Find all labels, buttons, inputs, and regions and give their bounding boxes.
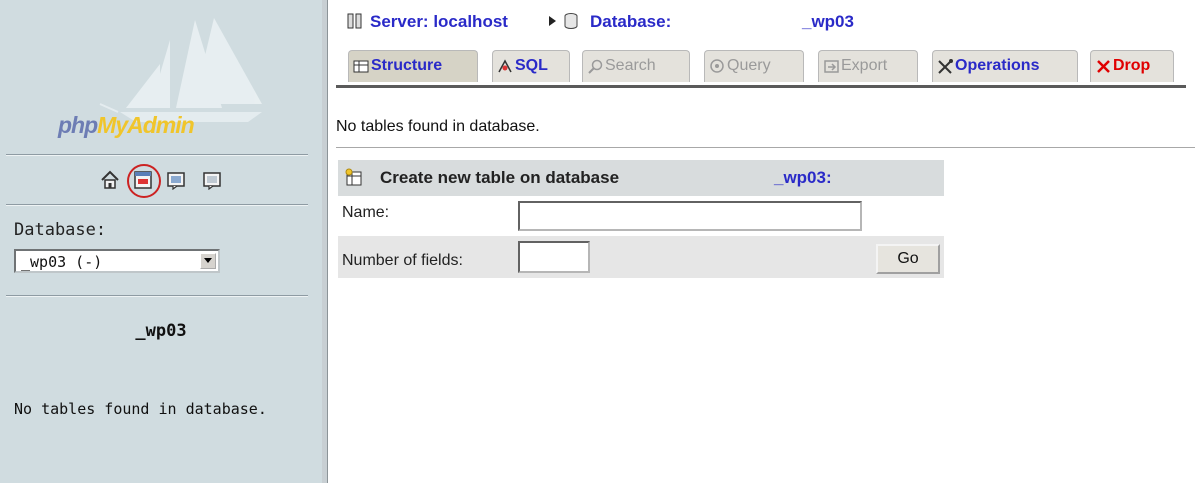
tab-structure[interactable]: Structure bbox=[348, 50, 478, 82]
tab-operations-label: Operations bbox=[955, 57, 1040, 74]
query-icon bbox=[710, 59, 724, 73]
create-table-header: Create new table on database _wp03: bbox=[338, 160, 944, 196]
table-name-input[interactable] bbox=[518, 201, 862, 231]
horizontal-rule bbox=[336, 147, 1195, 149]
logo-text: phpMyAdmin bbox=[58, 112, 195, 138]
go-button[interactable]: Go bbox=[876, 244, 940, 274]
docs-icon[interactable] bbox=[167, 170, 185, 190]
tab-search-label: Search bbox=[605, 57, 656, 74]
breadcrumb-database-name[interactable]: _wp03 bbox=[802, 12, 854, 32]
drop-icon bbox=[1097, 60, 1110, 73]
number-of-fields-label: Number of fields: bbox=[342, 252, 463, 269]
create-table-title: Create new table on database bbox=[380, 168, 620, 187]
breadcrumb-database-label[interactable]: Database: bbox=[590, 12, 671, 32]
tab-sql-label: SQL bbox=[515, 57, 548, 74]
tab-structure-label: Structure bbox=[371, 57, 443, 74]
tab-sql[interactable]: SQL bbox=[492, 50, 570, 82]
server-icon bbox=[347, 13, 362, 29]
number-of-fields-input[interactable] bbox=[518, 241, 590, 273]
phpmyadmin-logo[interactable]: phpMyAdmin bbox=[0, 0, 322, 152]
tab-drop-label: Drop bbox=[1113, 57, 1151, 74]
create-table-database: _wp03: bbox=[774, 168, 832, 187]
nav-database-name[interactable]: _wp03 bbox=[0, 321, 322, 341]
nav-empty-message: No tables found in database. bbox=[14, 400, 267, 418]
tab-search[interactable]: Search bbox=[582, 50, 690, 82]
arrow-right-icon bbox=[549, 16, 556, 26]
new-table-icon bbox=[345, 168, 362, 186]
tab-bar: Structure SQL Search Query Export Operat… bbox=[344, 44, 1184, 90]
nav-separator bbox=[6, 204, 308, 206]
database-icon bbox=[564, 13, 578, 29]
nav-separator bbox=[6, 295, 308, 297]
tab-query-label: Query bbox=[727, 57, 771, 74]
home-icon[interactable] bbox=[101, 170, 119, 190]
tab-operations[interactable]: Operations bbox=[932, 50, 1078, 82]
frame-divider[interactable] bbox=[322, 0, 328, 483]
operations-icon bbox=[938, 59, 953, 74]
tab-query[interactable]: Query bbox=[704, 50, 804, 82]
name-label: Name: bbox=[342, 204, 390, 221]
nav-icon-bar bbox=[95, 164, 235, 198]
breadcrumb-server[interactable]: Server: localhost bbox=[370, 12, 508, 32]
tab-export-label: Export bbox=[841, 57, 888, 74]
sql-icon bbox=[498, 59, 512, 73]
export-icon bbox=[824, 60, 839, 73]
structure-icon bbox=[353, 60, 369, 73]
nav-separator bbox=[6, 154, 308, 156]
create-table-form: Create new table on database _wp03: Name… bbox=[338, 160, 944, 278]
sql-query-icon[interactable] bbox=[134, 170, 152, 190]
tab-export[interactable]: Export bbox=[818, 50, 918, 82]
no-tables-message: No tables found in database. bbox=[336, 118, 540, 135]
database-select-value: _wp03 (-) bbox=[21, 253, 103, 271]
navigation-frame: phpMyAdmin Database: _wp03 (-) _wp03 No … bbox=[0, 0, 322, 483]
database-select[interactable]: _wp03 (-) bbox=[14, 249, 220, 273]
search-icon bbox=[588, 59, 603, 74]
tab-drop[interactable]: Drop bbox=[1090, 50, 1174, 82]
database-label: Database: bbox=[14, 220, 107, 240]
changelog-icon[interactable] bbox=[203, 170, 221, 190]
chevron-down-icon[interactable] bbox=[200, 253, 216, 269]
tab-bar-underline bbox=[336, 85, 1186, 88]
